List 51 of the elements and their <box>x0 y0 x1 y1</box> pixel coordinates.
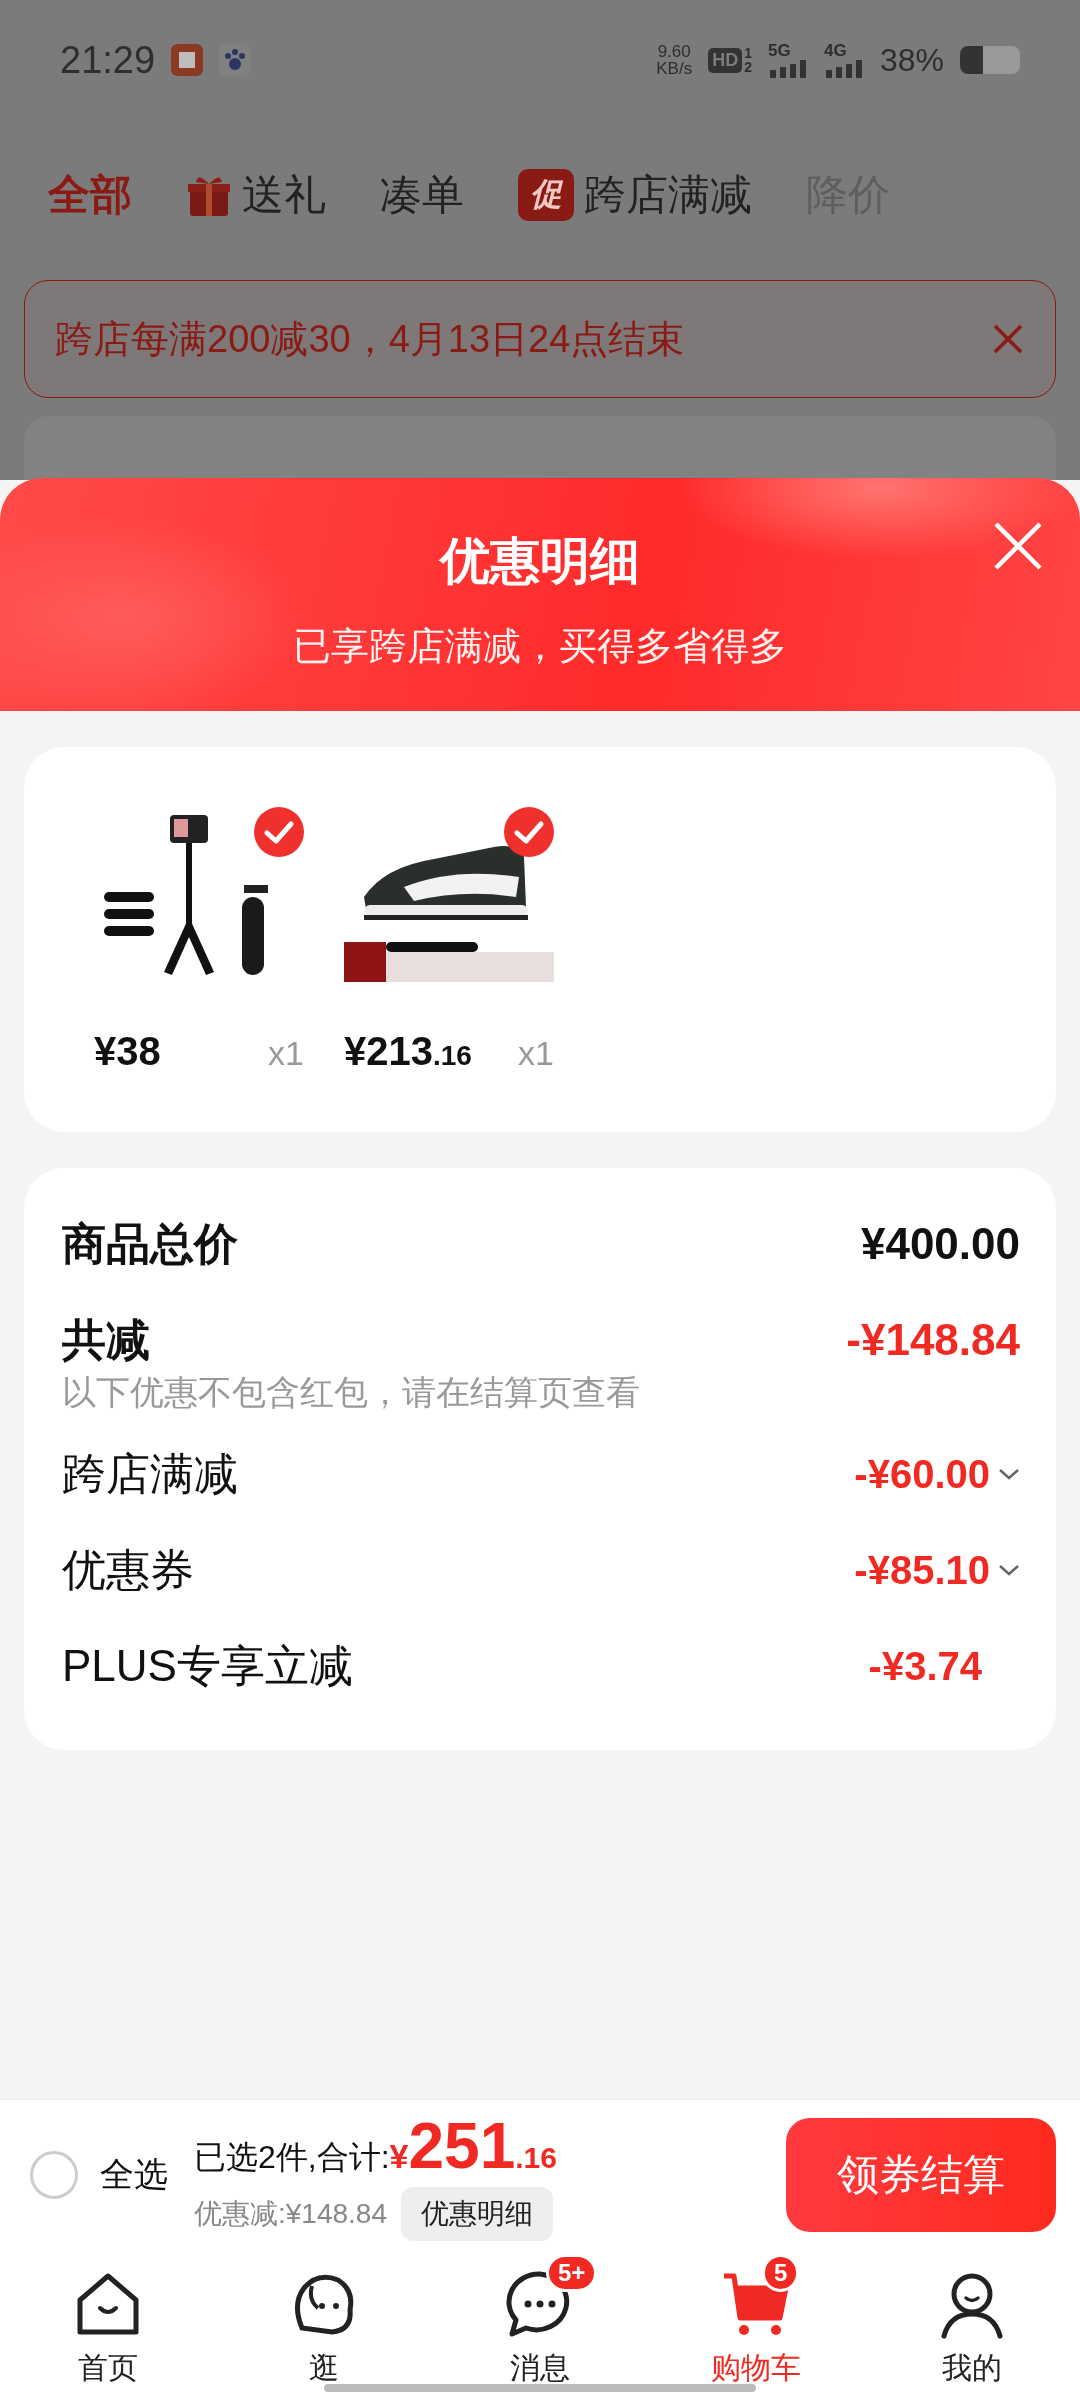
nav-item[interactable]: 我的 <box>864 2250 1080 2400</box>
battery-percent: 38% <box>879 41 944 79</box>
product-quantity: x1 <box>518 1034 554 1073</box>
selected-summary: 已选2件,合计: <box>194 2138 390 2177</box>
summary-value: -¥3.74 <box>868 1643 982 1689</box>
summary-value: -¥60.00 <box>854 1451 990 1497</box>
summary-value: ¥400.00 <box>860 1219 1020 1269</box>
sim-number: 2 <box>744 60 752 74</box>
filter-tab[interactable]: 促 跨店满减 <box>518 167 752 223</box>
battery-icon <box>960 46 1020 74</box>
chevron-down-icon[interactable] <box>998 1467 1020 1481</box>
summary-value: -¥85.10 <box>854 1547 990 1593</box>
chevron-down-icon[interactable] <box>998 1563 1020 1577</box>
summary-label: PLUS专享立减 <box>62 1639 353 1692</box>
check-icon[interactable] <box>504 807 554 857</box>
checkout-button[interactable]: 领券结算 <box>786 2118 1056 2232</box>
close-icon[interactable] <box>991 322 1025 356</box>
sim-number: 1 <box>744 46 752 60</box>
close-icon[interactable] <box>992 520 1044 572</box>
summary-label: 共减 <box>62 1313 150 1366</box>
signal-icon <box>823 60 864 78</box>
signal-icon <box>767 60 808 78</box>
speed-unit: KB/s <box>656 60 693 77</box>
summary-label: 商品总价 <box>62 1217 238 1270</box>
network-type: 4G <box>823 42 847 60</box>
nav-item[interactable]: 首页 <box>0 2250 216 2400</box>
hd-icon: HD <box>708 47 743 73</box>
status-time: 21:29 <box>60 38 156 82</box>
select-all-label[interactable]: 全选 <box>100 2152 168 2198</box>
promo-badge: 促 <box>518 169 574 221</box>
select-all-radio[interactable] <box>30 2151 78 2199</box>
product-quantity: x1 <box>268 1034 304 1073</box>
check-icon[interactable] <box>254 807 304 857</box>
network-speed: 9.60 <box>657 43 691 60</box>
filter-tab[interactable]: 凑单 <box>380 167 464 223</box>
app-icon <box>171 44 204 76</box>
network-type: 5G <box>767 42 791 60</box>
sheet-subtitle: 已享跨店满减，买得多省得多 <box>293 624 787 669</box>
total-price: ¥251.16 <box>389 2109 557 2183</box>
nav-item[interactable]: 逛 <box>216 2250 432 2400</box>
sheet-title: 优惠明细 <box>440 532 640 591</box>
filter-tab[interactable]: 送礼 <box>186 167 326 223</box>
summary-label: 跨店满减 <box>62 1447 238 1500</box>
summary-label: 优惠券 <box>62 1543 194 1596</box>
discount-details-button[interactable]: 优惠明细 <box>401 2187 553 2241</box>
product-price: ¥213.16 <box>344 1029 472 1074</box>
summary-note: 以下优惠不包含红包，请在结算页查看 <box>62 1372 641 1413</box>
product-price: ¥38 <box>94 1029 161 1074</box>
summary-value: -¥148.84 <box>846 1315 1020 1365</box>
banner-text: 跨店每满200减30，4月13日24点结束 <box>55 316 686 362</box>
discount-total: 优惠减:¥148.84 <box>194 2197 387 2231</box>
